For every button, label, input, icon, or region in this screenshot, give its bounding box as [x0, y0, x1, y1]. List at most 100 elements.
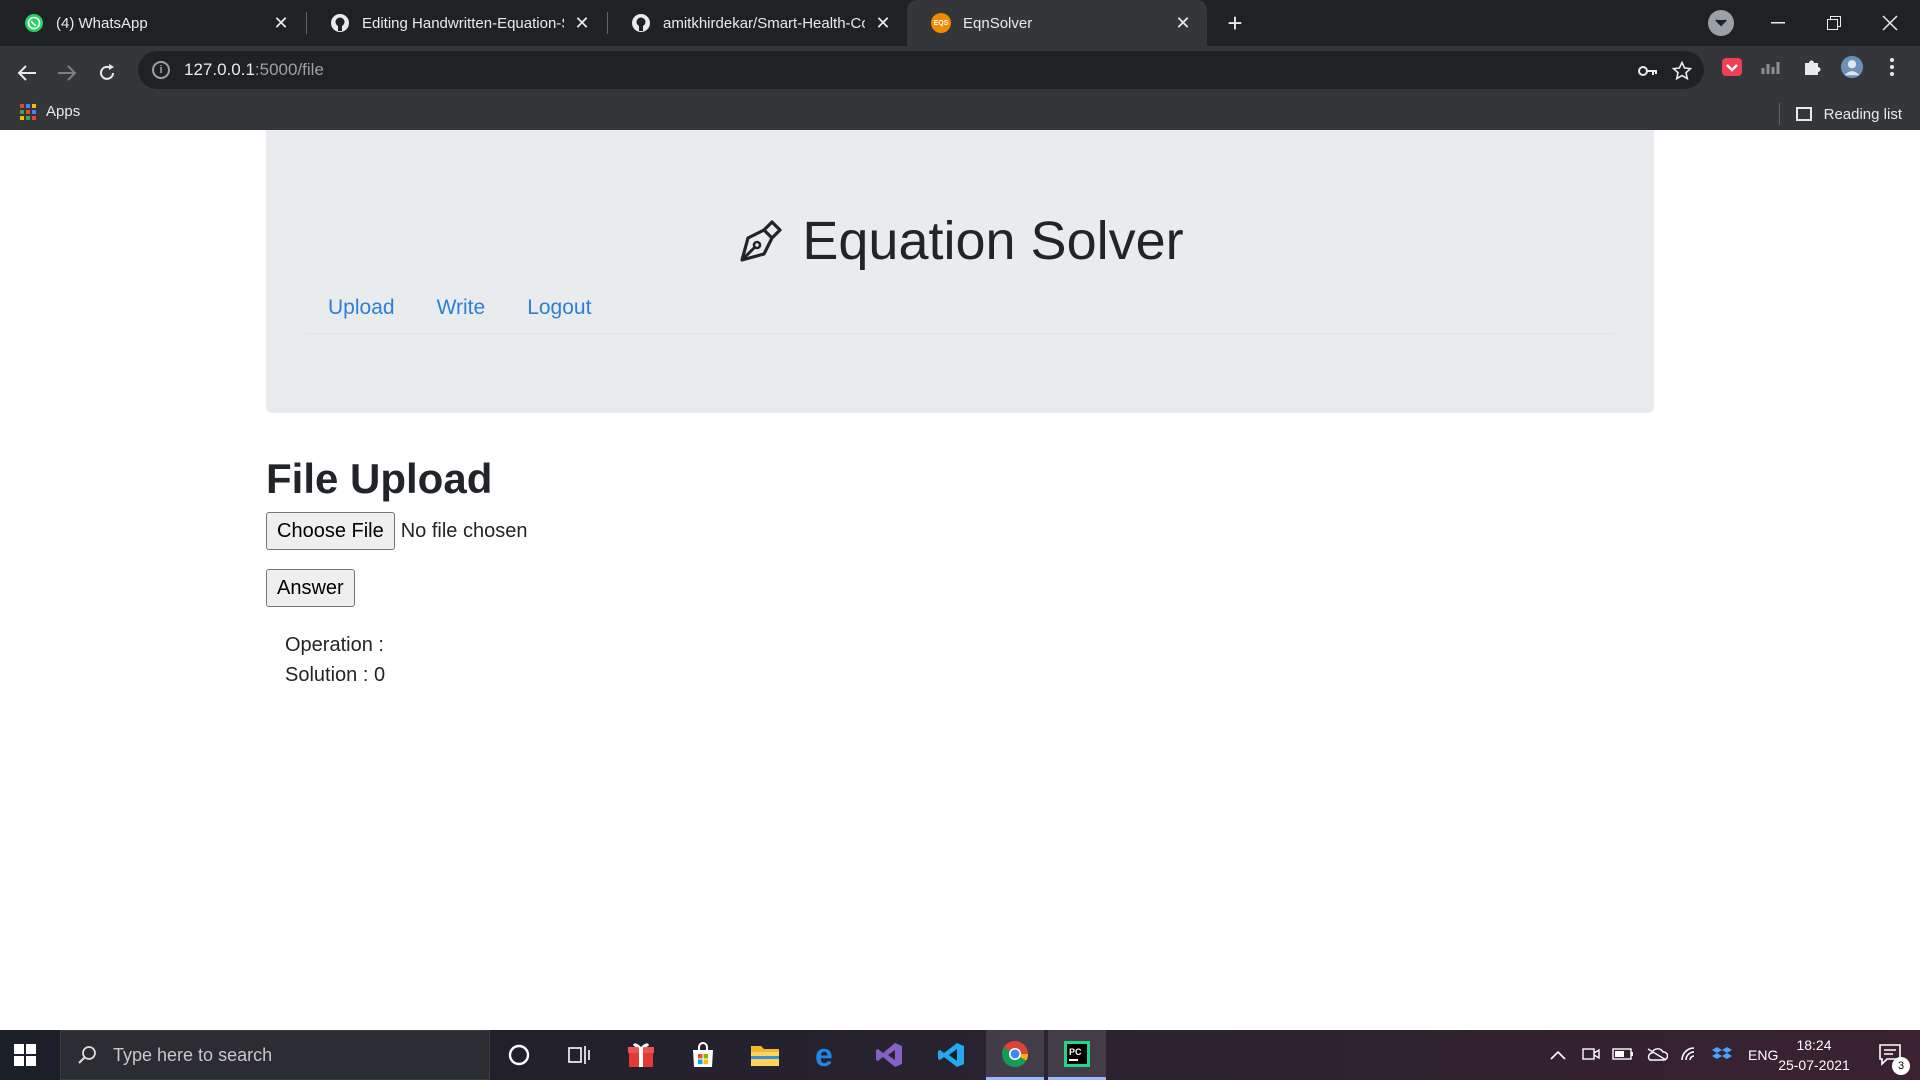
tab-smart-health[interactable]: amitkhirdekar/Smart-Health-Con ✕: [607, 0, 907, 46]
arrow-right-icon: [58, 65, 77, 81]
visual-studio-icon[interactable]: [860, 1030, 918, 1080]
battery-icon[interactable]: [1612, 1047, 1634, 1063]
notification-center-button[interactable]: 3: [1862, 1030, 1918, 1080]
system-tray: ENG: [1540, 1030, 1788, 1080]
result-panel: Operation : Solution : 0: [285, 630, 385, 690]
restore-icon: [1827, 16, 1841, 30]
eqs-favicon-icon: EQS: [931, 13, 951, 33]
chrome-icon[interactable]: [986, 1030, 1044, 1080]
divider: [1778, 103, 1780, 125]
gift-app-icon[interactable]: [612, 1030, 670, 1080]
close-icon[interactable]: ✕: [572, 13, 592, 33]
site-info-icon[interactable]: i: [152, 61, 170, 79]
task-view-icon[interactable]: [550, 1030, 608, 1080]
taskbar-search-input[interactable]: Type here to search: [60, 1030, 490, 1080]
restore-button[interactable]: [1806, 0, 1862, 46]
jumbotron-header: Equation Solver Upload Write Logout: [266, 130, 1654, 413]
file-explorer-icon[interactable]: [736, 1030, 794, 1080]
close-icon[interactable]: ✕: [873, 13, 893, 33]
minimize-button[interactable]: [1750, 0, 1806, 46]
tab-editing-handwritten[interactable]: Editing Handwritten-Equation-Sc ✕: [306, 0, 606, 46]
avatar[interactable]: [1840, 55, 1864, 79]
operation-text: Operation :: [285, 634, 384, 656]
arrow-left-icon: [17, 65, 36, 81]
answer-row: Answer: [266, 569, 355, 607]
site-brand: Equation Solver: [266, 210, 1654, 272]
nav-logout-link[interactable]: Logout: [527, 296, 591, 320]
divider: [306, 333, 1614, 334]
bookmarks-bar: Apps Reading list: [0, 94, 1920, 130]
close-window-button[interactable]: [1862, 0, 1918, 46]
main-nav: Upload Write Logout: [328, 296, 633, 320]
reload-icon: [100, 64, 114, 80]
svg-text:PC: PC: [1069, 1047, 1082, 1057]
answer-button[interactable]: Answer: [266, 569, 355, 607]
reload-button[interactable]: [90, 56, 124, 90]
puzzle-extensions-icon[interactable]: [1800, 55, 1824, 79]
site-title: Equation Solver: [802, 211, 1184, 271]
tab-title: (4) WhatsApp: [56, 14, 148, 32]
page-title: File Upload: [266, 455, 493, 502]
nav-upload-link[interactable]: Upload: [328, 296, 395, 320]
clock-time: 18:24: [1796, 1037, 1832, 1053]
github-icon: [330, 13, 350, 33]
minimize-icon: [1771, 22, 1785, 24]
apps-shortcut[interactable]: Apps: [20, 103, 80, 120]
close-icon: [1882, 15, 1898, 31]
tab-title: amitkhirdekar/Smart-Health-Con: [663, 14, 865, 32]
dropbox-icon[interactable]: [1712, 1045, 1732, 1066]
store-icon[interactable]: [674, 1030, 732, 1080]
tab-search-button[interactable]: [1708, 10, 1734, 36]
url-path: :5000/file: [254, 60, 324, 79]
pocket-extension-icon[interactable]: [1720, 55, 1744, 79]
new-tab-button[interactable]: +: [1220, 8, 1250, 38]
tab-eqnsolver[interactable]: EQS EqnSolver ✕: [907, 0, 1207, 46]
key-icon[interactable]: [1638, 61, 1658, 81]
search-icon: [77, 1045, 97, 1065]
tab-strip: (4) WhatsApp ✕ Editing Handwritten-Equat…: [0, 0, 1920, 46]
choose-file-button[interactable]: Choose File: [266, 512, 395, 550]
pen-nib-icon: [740, 220, 782, 262]
wifi-icon[interactable]: [1680, 1046, 1700, 1065]
chart-extension-icon[interactable]: [1760, 55, 1784, 79]
forward-button[interactable]: [50, 56, 84, 90]
page-content: Equation Solver Upload Write Logout File…: [0, 130, 1920, 1030]
close-icon[interactable]: ✕: [271, 13, 291, 33]
windows-taskbar: Type here to search e PC ENG 18:24 25-07…: [0, 1030, 1920, 1080]
whatsapp-icon: [24, 13, 44, 33]
star-icon[interactable]: [1672, 61, 1692, 81]
onedrive-icon[interactable]: [1646, 1047, 1669, 1064]
cortana-icon[interactable]: [490, 1030, 548, 1080]
favicon-text: EQS: [931, 13, 951, 33]
github-icon: [631, 13, 651, 33]
notification-badge: 3: [1892, 1057, 1910, 1075]
pycharm-icon[interactable]: PC: [1048, 1030, 1106, 1080]
svg-text:e: e: [815, 1041, 833, 1069]
url-host: 127.0.0.1: [184, 60, 255, 79]
clock-date: 25-07-2021: [1778, 1057, 1850, 1073]
file-input-row: Choose File No file chosen: [266, 512, 527, 550]
address-bar[interactable]: i 127.0.0.1:5000/file: [138, 51, 1704, 89]
edge-icon[interactable]: e: [798, 1030, 856, 1080]
vscode-icon[interactable]: [922, 1030, 980, 1080]
browser-toolbar: i 127.0.0.1:5000/file Apps Reading list: [0, 46, 1920, 130]
file-status-text: No file chosen: [400, 519, 528, 542]
close-icon[interactable]: ✕: [1173, 13, 1193, 33]
back-button[interactable]: [10, 56, 44, 90]
tab-title: EqnSolver: [963, 14, 1033, 32]
meet-now-icon[interactable]: [1582, 1046, 1600, 1065]
chevron-up-icon[interactable]: [1550, 1047, 1566, 1063]
search-placeholder: Type here to search: [113, 1044, 273, 1065]
reading-list-label: Reading list: [1823, 105, 1902, 123]
windows-start-icon[interactable]: [14, 1044, 36, 1066]
solution-text: Solution : 0: [285, 664, 386, 686]
apps-grid-icon: [20, 103, 36, 120]
tab-whatsapp[interactable]: (4) WhatsApp ✕: [0, 0, 305, 46]
reading-list-icon: [1795, 107, 1812, 121]
more-menu-icon[interactable]: [1880, 55, 1904, 79]
nav-write-link[interactable]: Write: [437, 296, 486, 320]
chevron-down-icon: [1715, 19, 1727, 27]
reading-list-button[interactable]: Reading list: [1778, 103, 1902, 125]
taskbar-clock[interactable]: 18:24 25-07-2021: [1764, 1035, 1864, 1075]
tab-title: Editing Handwritten-Equation-Sc: [362, 14, 564, 32]
